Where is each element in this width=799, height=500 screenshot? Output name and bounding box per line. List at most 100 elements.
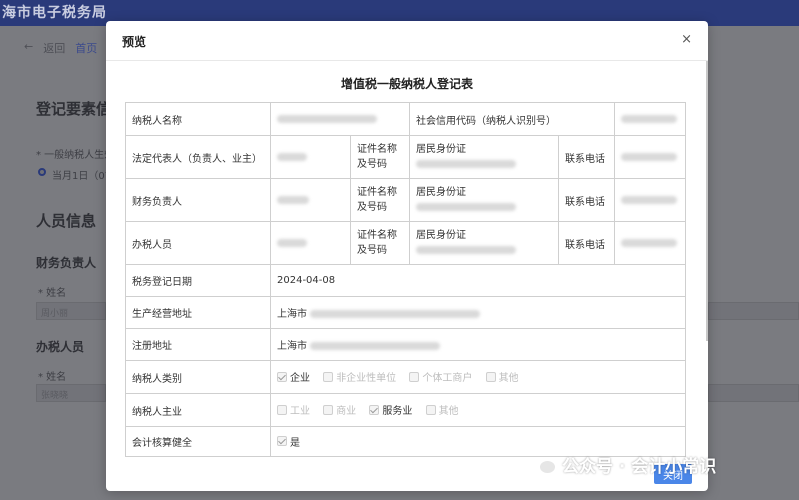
id-type-value: 居民身份证 (416, 144, 466, 155)
id-value: 居民身份证 (409, 135, 559, 179)
phone-label: 联系电话 (558, 135, 615, 179)
tax-officer-label: 办税人员 (125, 221, 271, 265)
preview-modal: 预览 × 增值税一般纳税人登记表 纳税人名称 社会信用代码（纳税人识别号） 法定… (106, 21, 708, 491)
taxpayer-name-value (270, 102, 410, 136)
checkbox-icon[interactable] (485, 371, 496, 382)
reg-addr-cell: 上海市 (270, 328, 686, 361)
option-label: 工业 (290, 406, 310, 418)
table-row: 纳税人名称 社会信用代码（纳税人识别号） (125, 102, 686, 136)
main-business-options: 工业 商业 服务业 其他 (270, 393, 686, 427)
finance-head: 财务负责人 (36, 256, 97, 270)
finance-value (270, 178, 351, 222)
modal-scrollbar[interactable] (706, 61, 708, 341)
reg-date-label: 税务登记日期 (125, 264, 271, 297)
tax-officer-name-input[interactable]: 张晓晓 (36, 384, 106, 402)
modal-title: 预览 (122, 35, 147, 49)
watermark-text: 公众号 · 会计小常识 (562, 457, 717, 477)
table-row: 办税人员 证件名称及号码 居民身份证 联系电话 (125, 221, 686, 265)
id-type-label: 证件名称及号码 (350, 221, 410, 265)
option-label: 非企业性单位 (336, 373, 397, 385)
people-title: 人员信息 (36, 212, 97, 230)
back-link[interactable]: 返回 (43, 40, 65, 56)
option-industry[interactable]: 工业 (277, 402, 310, 417)
option-accounting-yes[interactable]: 是 (277, 434, 300, 449)
finance-name-input[interactable]: 周小丽 (36, 302, 106, 320)
checkbox-icon[interactable] (409, 371, 420, 382)
option-label: 其他 (498, 373, 519, 385)
biz-addr-label: 生产经营地址 (125, 296, 271, 329)
legal-rep-value (270, 135, 351, 179)
right-field-2[interactable] (708, 384, 799, 402)
option-label: 企业 (290, 373, 310, 385)
checkbox-icon[interactable] (277, 436, 287, 447)
id-type-label: 证件名称及号码 (350, 178, 410, 222)
right-field-1[interactable] (708, 302, 799, 320)
checkbox-icon[interactable] (323, 404, 334, 415)
table-row: 生产经营地址 上海市 (125, 296, 686, 329)
radio-label: 当月1日（07 (52, 171, 112, 182)
chat-bubble-icon (530, 455, 556, 475)
option-other-business[interactable]: 其他 (425, 402, 459, 418)
checkbox-icon[interactable] (369, 404, 380, 415)
table-row: 财务负责人 证件名称及号码 居民身份证 联系电话 (125, 178, 686, 222)
watermark: 公众号 · 会计小常识 (530, 452, 716, 477)
checkbox-icon[interactable] (277, 371, 287, 382)
checkbox-icon[interactable] (425, 404, 436, 415)
checkbox-icon[interactable] (323, 371, 334, 382)
phone-value (614, 221, 686, 265)
table-row: 税务登记日期 2024-04-08 (125, 264, 686, 297)
table-row: 纳税人类别 企业 非企业性单位 个体工商户 其他 (125, 360, 686, 394)
reg-date-value: 2024-04-08 (270, 264, 686, 297)
option-label: 服务业 (382, 406, 413, 418)
taxpayer-type-label: 纳税人类别 (125, 360, 271, 394)
tax-officer-head: 办税人员 (36, 340, 85, 354)
checkbox-icon[interactable] (277, 404, 287, 415)
credit-code-label: 社会信用代码（纳税人识别号） (409, 102, 615, 136)
id-type-value: 居民身份证 (416, 187, 466, 198)
form-title: 增值税一般纳税人登记表 (340, 77, 473, 91)
credit-code-value (614, 102, 686, 136)
option-label: 个体工商户 (422, 373, 473, 385)
name-label-1: * 姓名 (38, 288, 67, 299)
effective-date-radio[interactable] (38, 168, 46, 176)
app-brand: 海市电子税务局 (2, 5, 107, 21)
reg-addr-value: 上海市 (277, 341, 307, 352)
phone-label: 联系电话 (558, 178, 615, 222)
option-other-type[interactable]: 其他 (485, 369, 519, 385)
close-icon[interactable]: × (681, 32, 692, 47)
table-row: 注册地址 上海市 (125, 328, 686, 361)
phone-label: 联系电话 (558, 221, 615, 265)
option-non-enterprise[interactable]: 非企业性单位 (323, 369, 396, 384)
back-arrow-icon[interactable]: ← (24, 40, 33, 56)
taxpayer-note: * 一般纳税人生效 (36, 150, 115, 161)
id-value: 居民身份证 (409, 221, 559, 265)
option-individual-business[interactable]: 个体工商户 (409, 369, 472, 384)
name-label-2: * 姓名 (38, 372, 67, 383)
reg-addr-label: 注册地址 (125, 328, 271, 361)
taxpayer-name-label: 纳税人名称 (125, 102, 271, 136)
registration-table: 纳税人名称 社会信用代码（纳税人识别号） 法定代表人（负责人、业主） 证件名称及… (125, 102, 686, 457)
option-label: 是 (290, 437, 300, 449)
main-business-label: 纳税人主业 (125, 393, 271, 427)
finance-label: 财务负责人 (125, 178, 271, 222)
option-label: 商业 (336, 406, 357, 418)
id-type-label: 证件名称及号码 (350, 135, 410, 179)
accounting-label: 会计核算健全 (125, 426, 271, 457)
modal-header: 预览 × (106, 21, 708, 61)
phone-value (614, 178, 686, 222)
legal-rep-label: 法定代表人（负责人、业主） (125, 135, 271, 179)
option-enterprise[interactable]: 企业 (277, 369, 310, 384)
option-commerce[interactable]: 商业 (323, 402, 356, 417)
biz-addr-value: 上海市 (277, 309, 307, 320)
option-service[interactable]: 服务业 (369, 402, 412, 417)
id-type-value: 居民身份证 (416, 230, 466, 241)
id-value: 居民身份证 (409, 178, 559, 222)
biz-addr-cell: 上海市 (270, 296, 686, 329)
taxpayer-type-options: 企业 非企业性单位 个体工商户 其他 (270, 360, 686, 394)
tax-officer-value (270, 221, 351, 265)
breadcrumb: ← 返回 首页 (24, 40, 97, 56)
phone-value (614, 135, 686, 179)
home-link[interactable]: 首页 (75, 40, 97, 56)
table-row: 法定代表人（负责人、业主） 证件名称及号码 居民身份证 联系电话 (125, 135, 686, 179)
option-label: 其他 (438, 406, 459, 418)
